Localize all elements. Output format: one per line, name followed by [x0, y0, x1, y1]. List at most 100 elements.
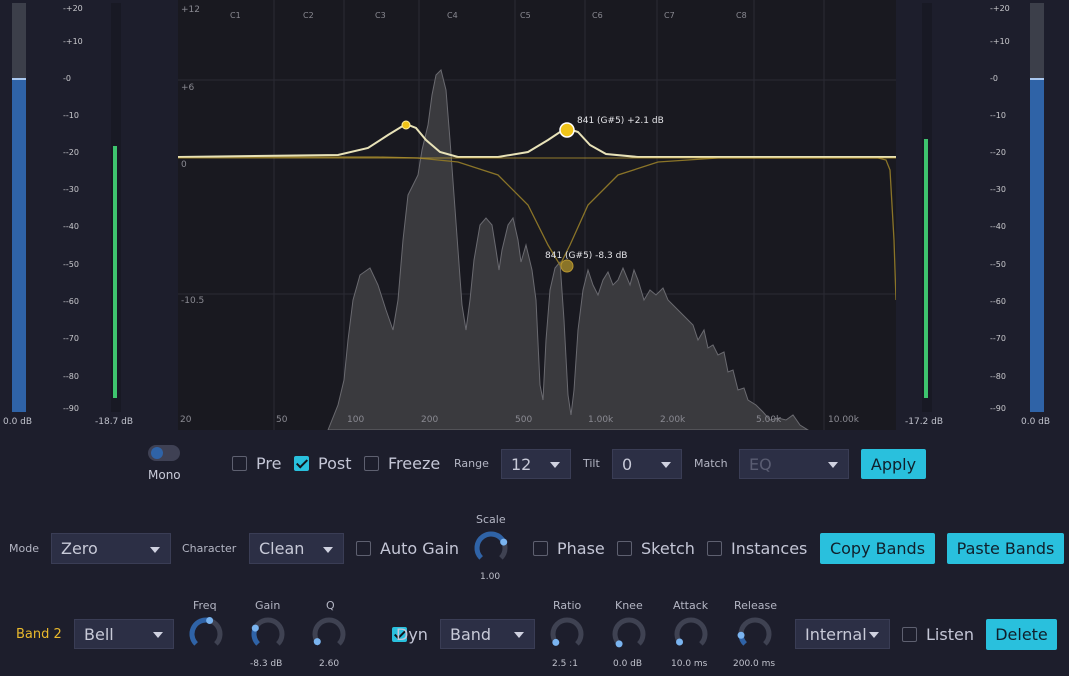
- mono-toggle[interactable]: [148, 445, 180, 461]
- apply-button[interactable]: Apply: [861, 449, 926, 479]
- frequency-label: 50: [276, 415, 288, 425]
- gain-value: -8.3 dB: [250, 659, 283, 669]
- release-knob[interactable]: [737, 616, 773, 652]
- meter-scale-label: -+10: [990, 37, 1010, 46]
- meter-scale-label: -+10: [63, 37, 83, 46]
- right-output-db: 0.0 dB: [1021, 417, 1051, 427]
- auto-gain-checkbox[interactable]: [356, 541, 371, 556]
- knob-dial: [251, 617, 285, 646]
- freeze-label: Freeze: [388, 454, 441, 473]
- listen-label: Listen: [926, 625, 974, 644]
- meter-scale-label: --50: [990, 260, 1006, 269]
- knob-dial: [474, 531, 508, 560]
- right-meter-scale: -+20 -+10 -0 --10 --20 --30 --40 --50 --60 --70 --…: [990, 0, 1030, 420]
- band-type-dropdown[interactable]: Bell: [74, 619, 174, 649]
- knee-value: 0.0 dB: [613, 659, 643, 669]
- dyn-mode-dropdown[interactable]: Band: [440, 619, 535, 649]
- right-peak-db: -17.2 dB: [905, 417, 944, 427]
- meter-scale-label: --80: [63, 372, 79, 381]
- left-output-meter-peak: [12, 78, 26, 80]
- db-label: +12: [181, 5, 200, 15]
- copy-bands-button[interactable]: Copy Bands: [820, 533, 935, 564]
- left-output-db: 0.0 dB: [3, 417, 33, 427]
- db-label: +6: [181, 83, 195, 93]
- match-label: Match: [694, 457, 728, 470]
- knob-dial: [674, 617, 708, 646]
- meter-scale-label: --70: [63, 334, 79, 343]
- eq-graph[interactable]: C1 C2 C3 C4 C5 C6 C7 C8 +12 +6 0 -10.5 20 50 100 200 5…: [178, 0, 896, 430]
- meter-scale-label: --70: [990, 334, 1006, 343]
- sidechain-value: Internal: [805, 624, 867, 644]
- attack-knob[interactable]: [673, 616, 709, 652]
- phase-checkbox[interactable]: [533, 541, 548, 556]
- meter-scale-label: --20: [990, 148, 1006, 157]
- ratio-label: Ratio: [553, 599, 582, 612]
- paste-bands-button[interactable]: Paste Bands: [947, 533, 1064, 564]
- chevron-down-icon: [869, 632, 879, 638]
- freq-label: Freq: [193, 599, 217, 612]
- frequency-scale: 20 50 100 200 500 1.00k 2.00k 5.00k 10.00k: [178, 415, 896, 427]
- meter-scale-label: --10: [990, 111, 1006, 120]
- scale-knob[interactable]: [473, 530, 509, 566]
- db-label: 0: [181, 160, 187, 170]
- ratio-knob[interactable]: [549, 616, 585, 652]
- band-type-value: Bell: [84, 624, 114, 644]
- note-label: C6: [592, 11, 603, 20]
- instances-checkbox[interactable]: [707, 541, 722, 556]
- meter-scale-label: --90: [990, 404, 1006, 413]
- q-value: 2.60: [319, 659, 340, 669]
- match-dropdown[interactable]: EQ: [739, 449, 849, 479]
- meter-scale-label: --80: [990, 372, 1006, 381]
- range-label: Range: [454, 457, 489, 470]
- post-checkbox[interactable]: [294, 456, 309, 471]
- right-input-meter-fill: [924, 139, 928, 398]
- right-output-meter-fill: [1030, 80, 1044, 412]
- pre-checkbox[interactable]: [232, 456, 247, 471]
- attack-value: 10.0 ms: [671, 659, 708, 669]
- note-label: C1: [230, 11, 241, 20]
- listen-checkbox[interactable]: [902, 627, 917, 642]
- frequency-label: 200: [421, 415, 439, 425]
- post-label: Post: [318, 454, 352, 473]
- meter-scale-label: --60: [990, 297, 1006, 306]
- release-value: 200.0 ms: [733, 659, 776, 669]
- sketch-checkbox[interactable]: [617, 541, 632, 556]
- meter-scale-label: --90: [63, 404, 79, 413]
- chevron-down-icon: [323, 546, 333, 553]
- db-scale: +12 +6 0 -10.5: [178, 0, 218, 430]
- meter-scale-label: -+20: [63, 4, 83, 13]
- release-label: Release: [734, 599, 777, 612]
- chevron-down-icon: [150, 546, 160, 553]
- q-knob[interactable]: [311, 616, 347, 652]
- chevron-down-icon: [828, 462, 838, 468]
- delete-button[interactable]: Delete: [986, 619, 1057, 650]
- knob-dial: [612, 617, 646, 648]
- gain-knob[interactable]: [250, 616, 286, 652]
- mode-label: Mode: [9, 542, 39, 555]
- scale-value: 1.00: [480, 572, 501, 582]
- sidechain-dropdown[interactable]: Internal: [795, 619, 890, 649]
- left-input-meter-fill: [113, 146, 117, 398]
- meter-scale-label: --10: [63, 111, 79, 120]
- scale-label: Scale: [476, 513, 506, 526]
- freq-knob[interactable]: [188, 616, 224, 652]
- tilt-dropdown[interactable]: 0: [612, 449, 682, 479]
- dynamic-curve: [178, 156, 896, 301]
- meter-scale-label: -+20: [990, 4, 1010, 13]
- freeze-checkbox[interactable]: [364, 456, 379, 471]
- ratio-value: 2.5 :1: [552, 659, 578, 669]
- band-2-handle: [559, 122, 575, 138]
- range-dropdown[interactable]: 12: [501, 449, 571, 479]
- chevron-down-icon: [661, 462, 671, 468]
- note-scale: C1 C2 C3 C4 C5 C6 C7 C8: [178, 11, 896, 23]
- frequency-label: 100: [347, 415, 365, 425]
- mode-dropdown[interactable]: Zero: [51, 533, 171, 564]
- sketch-label: Sketch: [641, 539, 695, 558]
- chevron-down-icon: [550, 462, 560, 468]
- knee-knob[interactable]: [611, 616, 647, 652]
- frequency-label: 2.00k: [660, 415, 686, 425]
- band-name: Band 2: [16, 627, 62, 642]
- q-label: Q: [326, 599, 335, 612]
- character-dropdown[interactable]: Clean: [249, 533, 344, 564]
- right-output-meter-peak: [1030, 78, 1044, 80]
